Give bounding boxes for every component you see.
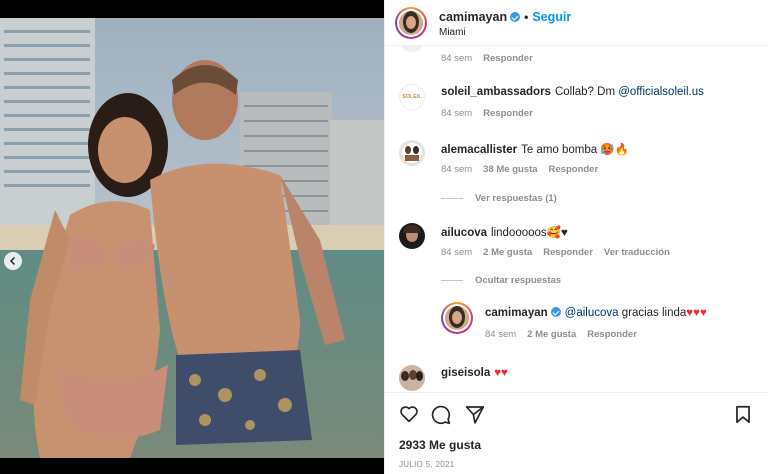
comments-list[interactable]: 84 sem Responder SOLEIL soleil_ambassador… (385, 46, 768, 391)
translate-button[interactable]: Ver traducción (604, 247, 670, 258)
comment-body: alemacallister Te amo bomba 🥵🔥 (441, 142, 629, 156)
heart-emoji: ♥♥ (494, 367, 508, 379)
reply-button[interactable]: Responder (549, 164, 599, 175)
beach-photo-image (0, 18, 384, 474)
separator-dot: • (524, 10, 529, 24)
post-side-panel: camimayan • Seguir Miami 84 sem Responder S… (384, 0, 768, 474)
comment-body: giseisola ♥♥ (441, 367, 508, 379)
comment-mention[interactable]: @ailucova (565, 307, 619, 319)
bookmark-icon[interactable] (735, 405, 751, 424)
likes-count[interactable]: 2933 Me gusta (399, 438, 481, 452)
comment-avatar[interactable] (443, 304, 471, 332)
comment-icon[interactable] (431, 405, 451, 425)
verified-icon (550, 307, 561, 317)
comment-avatar[interactable] (399, 365, 425, 391)
comment-likes[interactable]: 2 Me gusta (483, 247, 532, 258)
hide-replies-button[interactable]: Ocultar respuestas (441, 275, 561, 286)
header-user-line: camimayan • Seguir (439, 10, 571, 24)
heart-emoji: ♥♥♥ (686, 307, 707, 319)
comment-time[interactable]: 84 sem (441, 164, 472, 175)
comment-text: lindooooos🥰♥ (491, 227, 568, 239)
instagram-post-page: camimayan • Seguir Miami 84 sem Responder S… (0, 0, 768, 474)
carousel-prev-button[interactable] (4, 252, 22, 270)
share-icon[interactable] (465, 405, 485, 424)
follow-button[interactable]: Seguir (532, 10, 571, 24)
comment-avatar[interactable] (399, 223, 425, 249)
post-date[interactable]: JULIO 5, 2021 (399, 460, 455, 469)
avatar[interactable] (397, 9, 425, 37)
comment-username[interactable]: alemacallister (441, 144, 517, 156)
comment-avatar[interactable]: SOLEIL (399, 84, 425, 110)
reply-button[interactable]: Responder (483, 53, 533, 64)
comment-username[interactable]: soleil_ambassadors (441, 86, 551, 98)
comment-username[interactable]: camimayan (485, 307, 548, 319)
post-header: camimayan • Seguir Miami (385, 0, 768, 46)
comment-username[interactable]: ailucova (441, 227, 487, 239)
post-actions-bar (385, 392, 768, 432)
comment-avatar[interactable] (399, 46, 425, 52)
chevron-left-icon (9, 256, 16, 266)
location-link[interactable]: Miami (439, 27, 466, 38)
comment-time[interactable]: 84 sem (441, 108, 472, 119)
comment-likes[interactable]: 2 Me gusta (527, 329, 576, 340)
comment-body: ailucova lindooooos🥰♥ (441, 225, 568, 239)
reply-button[interactable]: Responder (587, 329, 637, 340)
comment-meta: 84 sem 2 Me gusta Responder Ver traducción (441, 247, 681, 258)
comment-body: soleil_ambassadors Collab? Dm @officialso… (441, 86, 704, 98)
comment-meta: 84 sem 2 Me gusta Responder (485, 329, 648, 340)
comment-time[interactable]: 84 sem (441, 247, 472, 258)
comment-text: Collab? Dm (554, 86, 619, 98)
verified-icon (510, 12, 521, 22)
comment-time[interactable]: 84 sem (441, 53, 472, 64)
view-replies-button[interactable]: Ver respuestas (1) (441, 193, 557, 204)
comment-likes[interactable]: 38 Me gusta (483, 164, 537, 175)
comment-meta: 84 sem 38 Me gusta Responder (441, 164, 609, 175)
reply-button[interactable]: Responder (543, 247, 593, 258)
comment-username[interactable]: giseisola (441, 367, 490, 379)
reply-button[interactable]: Responder (483, 108, 533, 119)
comment-body: camimayan @ailucova gracias linda♥♥♥ (485, 307, 707, 319)
post-photo[interactable] (0, 0, 384, 474)
header-username[interactable]: camimayan (439, 10, 507, 24)
comment-meta: 84 sem Responder (441, 53, 544, 64)
comment-time[interactable]: 84 sem (485, 329, 516, 340)
comment-avatar[interactable] (399, 140, 425, 166)
heart-icon[interactable] (399, 405, 419, 423)
comment-mention[interactable]: @officialsoleil.us (618, 86, 704, 98)
soleil-logo: SOLEIL (402, 94, 422, 100)
comment-meta: 84 sem Responder (441, 108, 544, 119)
comment-text: gracias linda (618, 307, 687, 319)
comment-text: Te amo bomba 🥵🔥 (521, 144, 629, 156)
